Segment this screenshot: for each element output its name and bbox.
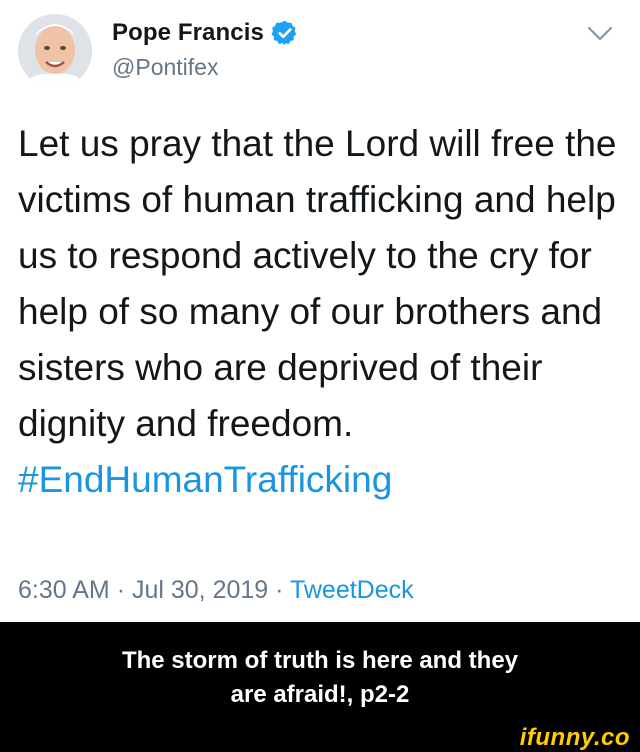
tweet-source-link[interactable]: TweetDeck (290, 576, 414, 604)
meta-separator: · (275, 576, 284, 604)
author-name[interactable]: Pope Francis (112, 19, 264, 47)
hashtag-link[interactable]: #EndHumanTrafficking (18, 459, 392, 500)
ifunny-watermark-logo: ifunny.co (519, 724, 630, 751)
tweet-date[interactable]: Jul 30, 2019 (132, 576, 268, 604)
avatar[interactable] (18, 14, 92, 88)
avatar-image (18, 14, 92, 88)
caption-banner: The storm of truth is here and they are … (0, 622, 640, 734)
tweet-time[interactable]: 6:30 AM (18, 576, 110, 604)
tweet-body: Let us pray that the Lord will free the … (18, 123, 617, 444)
caption-text: The storm of truth is here and they are … (121, 647, 519, 708)
verified-badge-icon (271, 20, 297, 46)
tweet-meta: 6:30 AM · Jul 30, 2019 · TweetDeck (18, 576, 414, 605)
meta-separator: · (116, 576, 126, 604)
author-handle[interactable]: @Pontifex (112, 54, 218, 81)
author-row: Pope Francis (112, 16, 299, 50)
chevron-down-icon[interactable] (586, 24, 614, 44)
tweet-text: Let us pray that the Lord will free the … (18, 116, 630, 508)
tweet-card: Pope Francis @Pontifex Let us pray that … (0, 0, 640, 622)
